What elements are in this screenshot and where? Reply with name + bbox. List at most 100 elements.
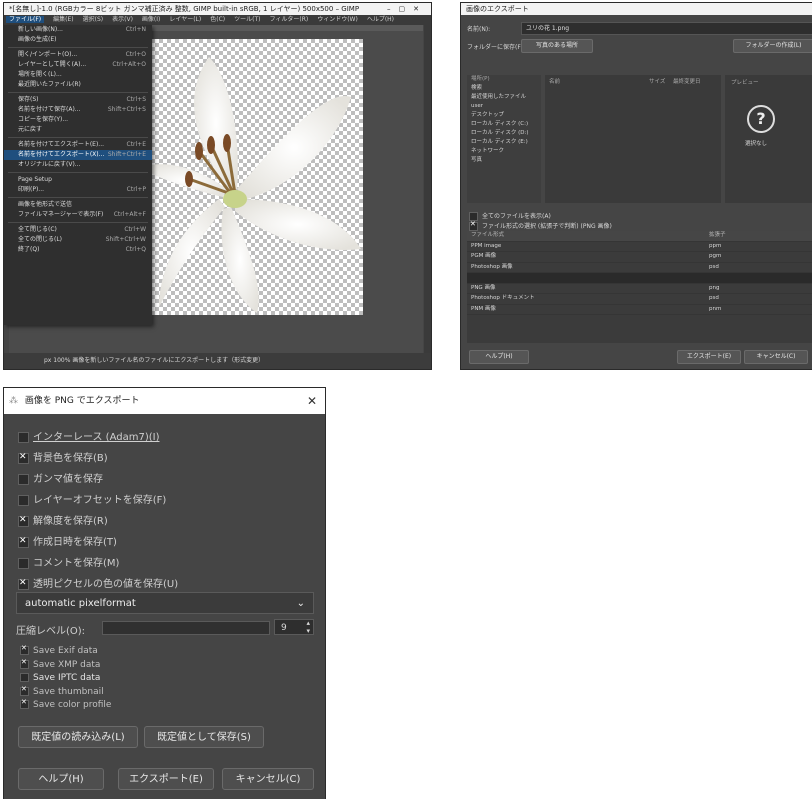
places-item[interactable]: ネットワーク xyxy=(467,147,541,156)
menu-item[interactable]: 画像を他形式で送信 xyxy=(4,200,152,210)
folder-path-button[interactable]: 写真のある場所 xyxy=(521,39,593,53)
menu-item[interactable]: 場所を開く(L)... xyxy=(4,70,152,80)
menubar-item[interactable]: ヘルプ(H) xyxy=(367,16,394,23)
menubar-item[interactable]: ツール(T) xyxy=(234,16,260,23)
checkbox[interactable] xyxy=(18,494,29,506)
png-option[interactable]: レイヤーオフセットを保存(F) xyxy=(18,491,166,506)
checkbox[interactable] xyxy=(20,644,29,655)
places-item[interactable]: 最近使用したファイル xyxy=(467,93,541,102)
places-item[interactable]: 検索 xyxy=(467,84,541,93)
png-cancel-button[interactable]: キャンセル(C) xyxy=(222,768,314,790)
menu-item[interactable]: コピーを保存(Y)... xyxy=(4,115,152,125)
metadata-option[interactable]: Save IPTC data xyxy=(20,673,100,683)
places-item[interactable]: ローカル ディスク (C:) xyxy=(467,120,541,129)
menu-item[interactable]: 元に戻す xyxy=(4,125,152,135)
places-item[interactable]: ローカル ディスク (E:) xyxy=(467,138,541,147)
menubar-item[interactable]: 編集(E) xyxy=(53,16,73,23)
menu-item[interactable]: 名前を付けて保存(A)... Shift+Ctrl+S xyxy=(4,105,152,115)
places-item[interactable]: user xyxy=(467,102,541,111)
filetype-row[interactable]: PNG 画像 png xyxy=(467,284,812,294)
menubar-item[interactable]: 色(C) xyxy=(210,16,225,23)
pixelformat-select[interactable]: automatic pixelformat ⌄ xyxy=(16,592,314,614)
filetype-row[interactable]: Photoshop ドキュメント psd xyxy=(467,294,812,305)
menubar-item[interactable]: ウィンドウ(W) xyxy=(317,16,358,23)
show-all-files[interactable]: 全てのファイルを表示(A) xyxy=(469,211,551,221)
checkbox[interactable] xyxy=(18,557,29,569)
menu-item[interactable]: Page Setup xyxy=(4,175,152,185)
png-option[interactable]: 背景色を保存(B) xyxy=(18,449,108,464)
filetype-row[interactable]: PGM 画像 pgm xyxy=(467,252,812,263)
metadata-option[interactable]: Save color profile xyxy=(20,698,111,710)
checkbox[interactable] xyxy=(20,698,29,709)
menu-item[interactable]: ファイルマネージャーで表示(F) Ctrl+Alt+F xyxy=(4,210,152,220)
window-controls[interactable]: –▢✕ xyxy=(387,3,427,15)
menubar-item[interactable]: レイヤー(L) xyxy=(169,16,201,23)
metadata-option[interactable]: Save thumbnail xyxy=(20,685,104,697)
save-defaults-button[interactable]: 既定値として保存(S) xyxy=(144,726,264,748)
checkbox[interactable] xyxy=(18,452,29,464)
png-help-button[interactable]: ヘルプ(H) xyxy=(18,768,104,790)
col-size[interactable]: サイズ xyxy=(649,77,665,85)
menu-item[interactable]: 終了(Q) Ctrl+Q xyxy=(4,245,152,255)
filetype-row[interactable]: PPM image ppm xyxy=(467,242,812,252)
png-option[interactable]: 透明ピクセルの色の値を保存(U) xyxy=(18,575,178,590)
places-item[interactable]: デスクトップ xyxy=(467,111,541,120)
menubar-item[interactable]: 選択(S) xyxy=(83,16,104,23)
menu-item[interactable]: 印刷(P)... Ctrl+P xyxy=(4,185,152,195)
col-modified[interactable]: 最終変更日 xyxy=(673,77,701,85)
spin-arrows-icon[interactable]: ▴ ▾ xyxy=(306,619,310,635)
checkbox[interactable] xyxy=(20,685,29,696)
image-canvas[interactable] xyxy=(139,39,363,315)
checkbox[interactable] xyxy=(20,658,29,669)
checkbox[interactable] xyxy=(18,431,29,443)
menu-item[interactable]: 名前を付けてエクスポート(E)... Ctrl+E xyxy=(4,140,152,150)
menu-item-label: 最近開いたファイル(R) xyxy=(18,81,81,88)
png-option[interactable]: コメントを保存(M) xyxy=(18,554,119,569)
checkbox[interactable] xyxy=(18,473,29,485)
filetype-row[interactable] xyxy=(467,273,812,284)
png-option[interactable]: 作成日時を保存(T) xyxy=(18,533,117,548)
compression-spinner[interactable]: 9 ▴ ▾ xyxy=(274,619,314,635)
menu-item[interactable]: 全ての閉じる(L) Shift+Ctrl+W xyxy=(4,235,152,245)
menu-item[interactable]: 新しい画像(N)... Ctrl+N xyxy=(4,25,152,35)
col-name[interactable]: 名前 xyxy=(549,79,560,85)
places-item[interactable]: 写真 xyxy=(467,156,541,165)
menubar-item[interactable]: フィルター(R) xyxy=(269,16,308,23)
filetype-row[interactable]: PNM 画像 pnm xyxy=(467,305,812,315)
menubar-item[interactable]: 画像(I) xyxy=(142,16,160,23)
file-list[interactable]: 名前 サイズ 最終変更日 xyxy=(545,75,721,203)
checkbox[interactable] xyxy=(20,673,29,682)
checkbox[interactable] xyxy=(18,536,29,548)
cancel-button[interactable]: キャンセル(C) xyxy=(744,350,808,364)
close-icon[interactable]: ✕ xyxy=(307,388,317,414)
menu-item[interactable]: 名前を付けてエクスポート(X)... Shift+Ctrl+E xyxy=(4,150,152,160)
filetype-expander[interactable]: ファイル形式の選択 (拡張子で判断) (PNG 画像) xyxy=(469,220,612,231)
checkbox[interactable] xyxy=(18,515,29,527)
load-defaults-button[interactable]: 既定値の読み込み(L) xyxy=(18,726,138,748)
menu-item[interactable]: 最近開いたファイル(R) xyxy=(4,80,152,90)
filename-input[interactable]: ユリの花 1.png xyxy=(521,22,812,35)
png-option[interactable]: インターレース (Adam7)(I) xyxy=(18,428,159,443)
metadata-option[interactable]: Save Exif data xyxy=(20,644,98,656)
png-option[interactable]: ガンマ値を保存 xyxy=(18,470,103,485)
compression-slider[interactable] xyxy=(102,621,270,635)
help-button[interactable]: ヘルプ(H) xyxy=(469,350,529,364)
places-item[interactable]: ローカル ディスク (D:) xyxy=(467,129,541,138)
export-button[interactable]: エクスポート(E) xyxy=(677,350,741,364)
export-dialog: 画像のエクスポート 名前(N): ユリの花 1.png フォルダーに保存(F):… xyxy=(461,3,812,369)
menubar-item[interactable]: ファイル(F) xyxy=(6,16,45,23)
filetype-row[interactable]: Photoshop 画像 psd xyxy=(467,263,812,273)
checkbox[interactable] xyxy=(18,578,29,590)
menu-item[interactable]: 画像の生成(E) xyxy=(4,35,152,45)
menu-item[interactable]: 全て閉じる(C) Ctrl+W xyxy=(4,225,152,235)
vertical-scrollbar[interactable] xyxy=(424,25,431,353)
create-folder-button[interactable]: フォルダーの作成(L) xyxy=(733,39,812,53)
metadata-option[interactable]: Save XMP data xyxy=(20,658,100,670)
menubar-item[interactable]: 表示(V) xyxy=(112,16,133,23)
png-export-button[interactable]: エクスポート(E) xyxy=(118,768,214,790)
menu-item[interactable]: 開く/インポート(O)... Ctrl+O xyxy=(4,50,152,60)
menu-item[interactable]: レイヤーとして開く(A)... Ctrl+Alt+O xyxy=(4,60,152,70)
png-option[interactable]: 解像度を保存(R) xyxy=(18,512,108,527)
menu-item[interactable]: 保存(S) Ctrl+S xyxy=(4,95,152,105)
menu-item[interactable]: オリジナルに戻す(V)... xyxy=(4,160,152,170)
